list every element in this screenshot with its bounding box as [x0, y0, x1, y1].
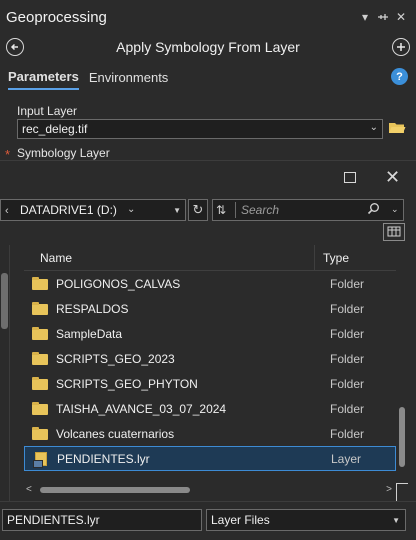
item-type: Folder: [330, 326, 365, 341]
item-name: POLIGONOS_CALVAS: [56, 276, 181, 291]
help-button[interactable]: ?: [391, 68, 408, 85]
folder-icon: [32, 351, 48, 365]
geoprocessing-pane: Geoprocessing ▾ ✕ Apply Symbology From L…: [0, 0, 416, 162]
folder-icon: [32, 326, 48, 340]
tool-title: Apply Symbology From Layer: [116, 39, 300, 55]
search-icon[interactable]: [367, 202, 380, 218]
list-item[interactable]: PENDIENTES.lyr Layer: [24, 446, 396, 471]
item-name: RESPALDOS: [56, 301, 129, 316]
input-layer-field[interactable]: rec_deleg.tif ⌄: [17, 119, 383, 139]
pane-menu-icon[interactable]: ▾: [356, 8, 374, 26]
scroll-right-icon[interactable]: >: [386, 484, 392, 495]
column-header-name[interactable]: Name: [24, 251, 314, 265]
filename-field[interactable]: PENDIENTES.lyr: [2, 509, 202, 531]
file-list: Name Type POLIGONOS_CALVAS Folder RESPALDO…: [24, 245, 396, 481]
dropdown-triangle-icon[interactable]: ▼: [173, 206, 181, 215]
add-button[interactable]: [392, 38, 410, 56]
list-item[interactable]: SampleData Folder: [24, 321, 396, 346]
back-button[interactable]: [6, 38, 24, 56]
plus-icon: [397, 43, 405, 51]
chevron-down-icon[interactable]: ⌄: [391, 204, 399, 215]
item-name: SCRIPTS_GEO_2023: [56, 351, 175, 366]
list-item[interactable]: RESPALDOS Folder: [24, 296, 396, 321]
input-layer-label: Input Layer: [17, 104, 78, 118]
pane-title: Geoprocessing: [6, 8, 107, 26]
maximize-icon[interactable]: [344, 172, 356, 183]
search-field[interactable]: ⇅ Search ⌄: [212, 199, 404, 221]
item-type: Folder: [330, 301, 365, 316]
browse-folder-icon[interactable]: [388, 120, 406, 136]
chevron-down-icon[interactable]: ⌄: [127, 204, 135, 215]
item-type: Folder: [330, 351, 365, 366]
tab-environments[interactable]: Environments: [89, 66, 168, 89]
resize-corner: [396, 483, 408, 501]
dropdown-triangle-icon[interactable]: ▼: [392, 516, 400, 525]
drive-label: DATADRIVE1 (D:): [20, 203, 117, 217]
item-name: Volcanes cuaternarios: [56, 426, 175, 441]
dialog-titlebar: ✕: [0, 161, 416, 197]
list-item[interactable]: SCRIPTS_GEO_2023 Folder: [24, 346, 396, 371]
tool-header: Apply Symbology From Layer: [0, 34, 416, 60]
back-arrow-icon: [10, 43, 18, 51]
navigation-pane-scrollbar[interactable]: [0, 245, 10, 501]
close-icon[interactable]: ✕: [392, 8, 410, 26]
input-layer-value: rec_deleg.tif: [22, 122, 88, 136]
refresh-icon: ↻: [192, 202, 204, 217]
chevron-down-icon[interactable]: ⌄: [370, 122, 378, 133]
layer-file-icon: [33, 451, 49, 468]
list-item[interactable]: SCRIPTS_GEO_PHYTON Folder: [24, 371, 396, 396]
list-item[interactable]: TAISHA_AVANCE_03_07_2024 Folder: [24, 396, 396, 421]
scroll-left-icon[interactable]: <: [26, 484, 32, 495]
list-header: Name Type: [24, 245, 396, 271]
item-name: SCRIPTS_GEO_PHYTON: [56, 376, 198, 391]
scroll-thumb[interactable]: [40, 487, 190, 493]
symbology-layer-label: Symbology Layer: [17, 146, 110, 160]
item-type: Folder: [330, 401, 365, 416]
folder-icon: [32, 301, 48, 315]
refresh-button[interactable]: ↻: [188, 199, 208, 221]
vertical-scrollbar[interactable]: [396, 245, 408, 501]
horizontal-scrollbar[interactable]: < >: [24, 483, 396, 497]
item-type: Folder: [330, 376, 365, 391]
search-placeholder: Search: [241, 203, 280, 217]
list-item[interactable]: Volcanes cuaternarios Folder: [24, 421, 396, 446]
item-type: Layer: [331, 451, 362, 466]
folder-icon: [32, 376, 48, 390]
folder-icon: [32, 401, 48, 415]
list-item[interactable]: POLIGONOS_CALVAS Folder: [24, 271, 396, 296]
pane-titlebar: Geoprocessing ▾ ✕: [0, 0, 416, 34]
sort-icon[interactable]: ⇅: [216, 203, 226, 217]
tool-tabs: Parameters Environments ?: [0, 60, 416, 94]
pin-icon[interactable]: [374, 8, 392, 26]
location-dropdown[interactable]: ‹ DATADRIVE1 (D:) ⌄ ▼: [0, 199, 186, 221]
scroll-thumb[interactable]: [399, 407, 405, 467]
item-name: TAISHA_AVANCE_03_07_2024: [56, 401, 227, 416]
details-view-icon: [387, 226, 401, 237]
file-type-dropdown[interactable]: Layer Files ▼: [206, 509, 406, 531]
column-header-type[interactable]: Type: [315, 251, 349, 265]
item-name: SampleData: [56, 326, 123, 341]
view-options-button[interactable]: [383, 223, 405, 241]
item-name: PENDIENTES.lyr: [57, 451, 150, 466]
browse-dialog: ✕ ‹ DATADRIVE1 (D:) ⌄ ▼ ↻ ⇅ Search ⌄ Nam…: [0, 160, 416, 540]
item-type: Folder: [330, 426, 365, 441]
tab-parameters[interactable]: Parameters: [8, 65, 79, 90]
folder-icon: [32, 276, 48, 290]
item-type: Folder: [330, 276, 365, 291]
dialog-close-icon[interactable]: ✕: [385, 167, 400, 188]
folder-icon: [32, 426, 48, 440]
chevron-left-icon[interactable]: ‹: [5, 205, 9, 217]
file-type-value: Layer Files: [211, 513, 270, 527]
